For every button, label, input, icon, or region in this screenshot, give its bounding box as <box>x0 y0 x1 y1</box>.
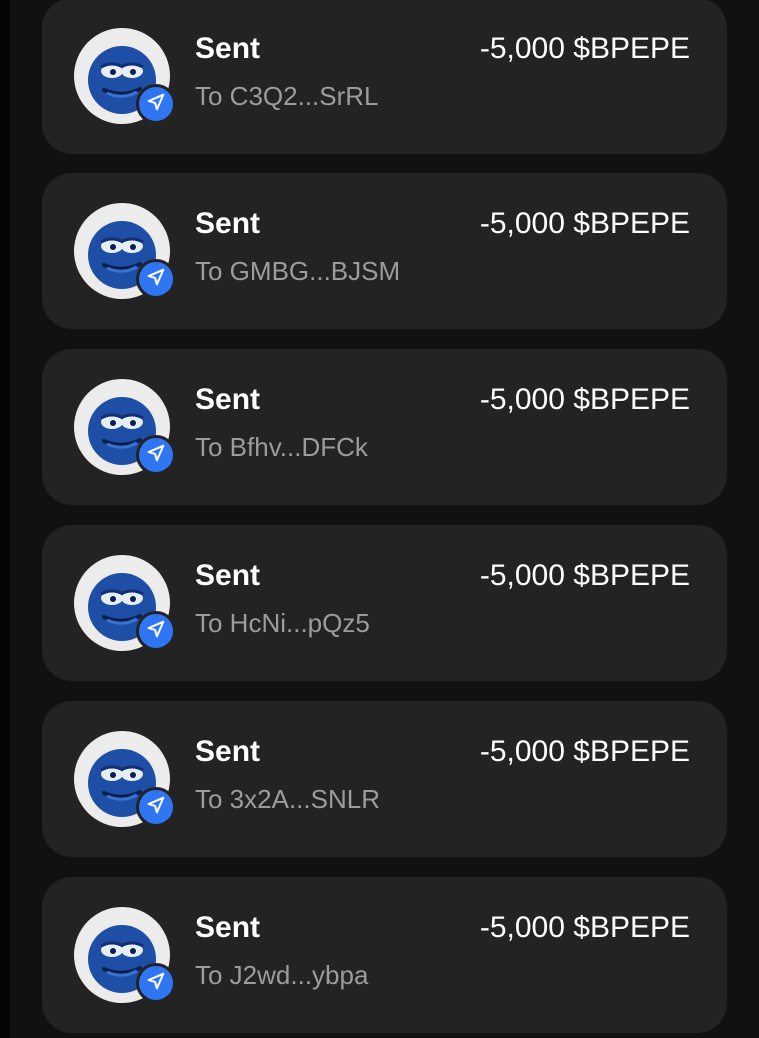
transaction-amount: -5,000 $BPEPE <box>479 911 690 944</box>
send-badge <box>136 435 176 475</box>
screen-left-edge <box>0 0 10 1038</box>
token-avatar <box>74 731 176 827</box>
send-arrow-icon <box>145 266 167 293</box>
token-avatar <box>74 379 176 475</box>
transaction-status: Sent <box>195 32 261 65</box>
token-avatar <box>74 28 176 124</box>
send-arrow-icon <box>145 794 167 821</box>
token-avatar <box>74 555 176 651</box>
send-badge <box>136 84 176 124</box>
transaction-amount: -5,000 $BPEPE <box>479 32 690 65</box>
transaction-amount: -5,000 $BPEPE <box>479 383 690 416</box>
send-arrow-icon <box>145 970 167 997</box>
transaction-status: Sent <box>195 735 261 768</box>
send-badge <box>136 611 176 651</box>
transaction-recipient: To GMBG...BJSM <box>195 256 401 286</box>
send-arrow-icon <box>145 91 167 118</box>
send-badge <box>136 787 176 827</box>
transaction-recipient: To J2wd...ybpa <box>195 960 369 990</box>
transaction-row[interactable]: Sent To HcNi...pQz5 -5,000 $BPEPE <box>42 525 727 681</box>
send-arrow-icon <box>145 618 167 645</box>
token-avatar <box>74 203 176 299</box>
transaction-recipient: To HcNi...pQz5 <box>195 608 370 638</box>
transaction-row[interactable]: Sent To 3x2A...SNLR -5,000 $BPEPE <box>42 701 727 857</box>
transaction-row[interactable]: Sent To Bfhv...DFCk -5,000 $BPEPE <box>42 349 727 505</box>
transaction-status: Sent <box>195 559 261 592</box>
transaction-row[interactable]: Sent To C3Q2...SrRL -5,000 $BPEPE <box>42 0 727 154</box>
transaction-status: Sent <box>195 911 261 944</box>
transaction-amount: -5,000 $BPEPE <box>479 207 690 240</box>
transaction-row[interactable]: Sent To J2wd...ybpa -5,000 $BPEPE <box>42 877 727 1033</box>
transaction-amount: -5,000 $BPEPE <box>479 735 690 768</box>
transaction-amount: -5,000 $BPEPE <box>479 559 690 592</box>
token-avatar <box>74 907 176 1003</box>
send-badge <box>136 963 176 1003</box>
transaction-row[interactable]: Sent To GMBG...BJSM -5,000 $BPEPE <box>42 173 727 329</box>
transaction-recipient: To Bfhv...DFCk <box>195 432 368 462</box>
transaction-recipient: To 3x2A...SNLR <box>195 784 380 814</box>
transaction-status: Sent <box>195 207 261 240</box>
send-badge <box>136 259 176 299</box>
transaction-recipient: To C3Q2...SrRL <box>195 81 379 111</box>
send-arrow-icon <box>145 442 167 469</box>
transaction-status: Sent <box>195 383 261 416</box>
